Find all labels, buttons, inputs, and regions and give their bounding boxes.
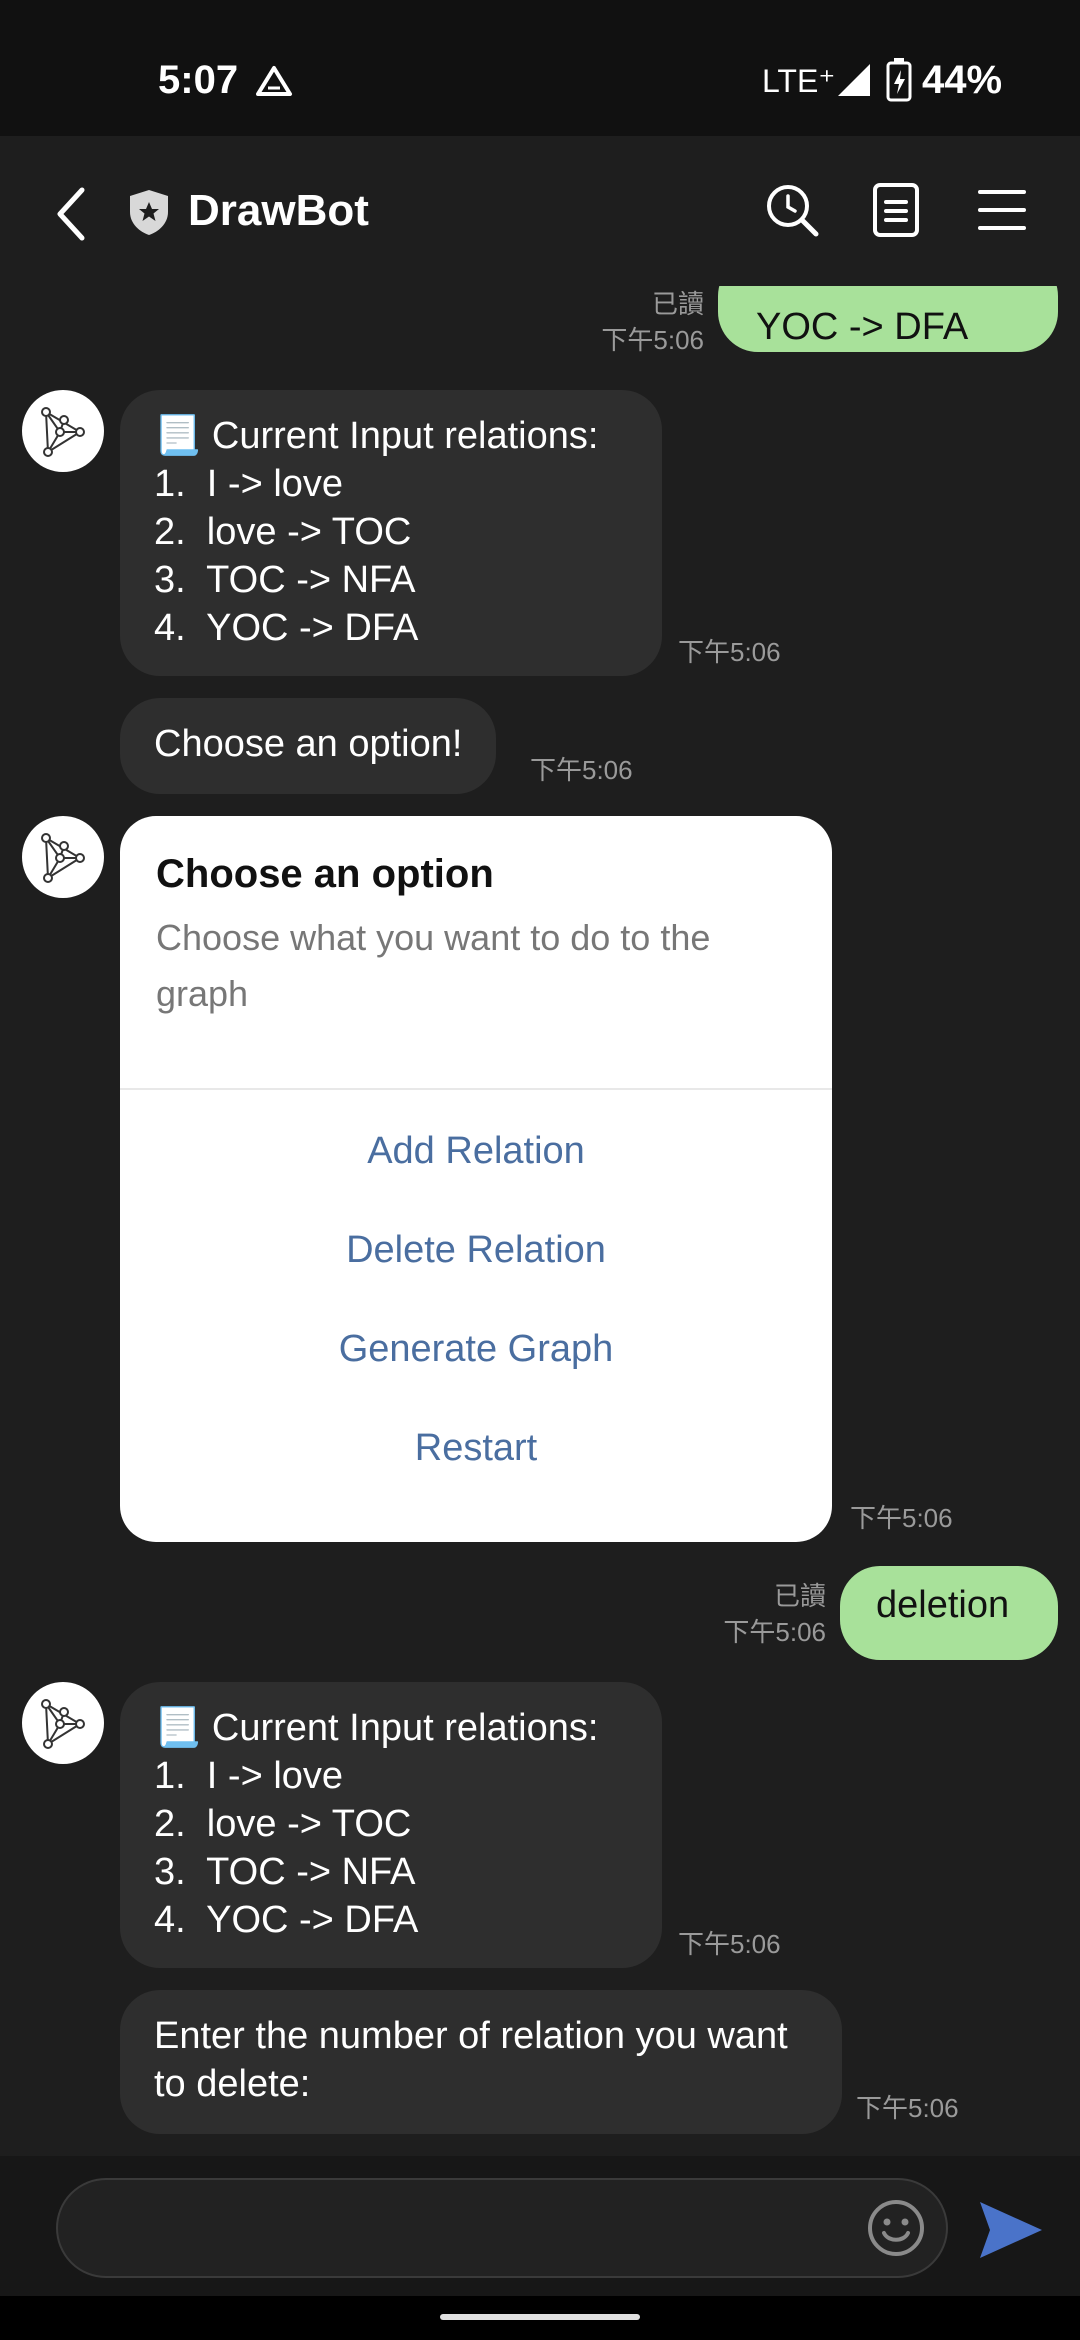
card-divider: [120, 1088, 832, 1090]
message-time: 下午5:06: [850, 1503, 953, 1533]
delete-relation-button[interactable]: Delete Relation: [120, 1229, 832, 1272]
bot-avatar[interactable]: [22, 1682, 104, 1764]
message-list[interactable]: 已讀 下午5:06 YOC -> DFA 📃 Current Input rel…: [0, 286, 1080, 2156]
battery-percent: 44%: [922, 58, 1003, 102]
relation-item: 3. TOC -> NFA: [154, 1851, 416, 1893]
message-input[interactable]: [56, 2178, 948, 2278]
message-text: Choose an option!: [154, 723, 463, 765]
message-time: 下午5:06: [678, 1929, 781, 1959]
emoji-icon[interactable]: [866, 2198, 926, 2258]
incoming-message[interactable]: 📃 Current Input relations: 1. I -> love …: [120, 1682, 662, 1968]
chat-title: DrawBot: [188, 186, 369, 235]
card-subtitle: Choose what you want to do to the graph: [156, 917, 711, 1014]
bot-avatar[interactable]: [22, 816, 104, 898]
battery-icon: [886, 58, 912, 102]
send-icon[interactable]: [978, 2200, 1044, 2260]
outgoing-message[interactable]: deletion: [840, 1566, 1058, 1660]
relation-item: 1. I -> love: [154, 1755, 344, 1797]
generate-graph-button[interactable]: Generate Graph: [120, 1328, 832, 1371]
relations-heading: 📃 Current Input relations:: [154, 415, 599, 457]
message-time: 下午5:06: [723, 1617, 826, 1647]
drive-icon: [256, 66, 292, 96]
read-receipt: 已讀: [651, 289, 704, 319]
relation-item: 3. TOC -> NFA: [154, 559, 416, 601]
message-meta: 已讀 下午5:06: [560, 286, 704, 358]
message-text: YOC -> DFA: [756, 306, 969, 348]
signal-icon: [838, 64, 870, 96]
relation-item: 4. YOC -> DFA: [154, 1899, 419, 1941]
incoming-message[interactable]: 📃 Current Input relations: 1. I -> love …: [120, 390, 662, 676]
incoming-message[interactable]: Enter the number of relation you want to…: [120, 1990, 842, 2134]
compose-bar: [0, 2156, 1080, 2296]
back-icon[interactable]: [52, 186, 92, 242]
message-time: 下午5:06: [678, 637, 781, 667]
restart-button[interactable]: Restart: [120, 1427, 832, 1470]
read-receipt: 已讀: [773, 1581, 826, 1611]
search-icon[interactable]: [764, 182, 820, 238]
status-bar: 5:07 LTE⁺ 44%: [0, 0, 1080, 136]
message-text: Enter the number of relation you want to…: [154, 2015, 788, 2105]
note-icon[interactable]: [872, 182, 920, 238]
message-time: 下午5:06: [601, 325, 704, 355]
add-relation-button[interactable]: Add Relation: [120, 1130, 832, 1173]
chat-header: DrawBot: [0, 136, 1080, 286]
message-time: 下午5:06: [530, 755, 633, 785]
outgoing-message[interactable]: YOC -> DFA: [718, 286, 1058, 352]
system-nav-bar: [0, 2296, 1080, 2340]
bot-avatar-icon: [41, 407, 85, 457]
bot-avatar-icon: [41, 833, 85, 883]
relation-item: 2. love -> TOC: [154, 1803, 412, 1845]
network-type: LTE⁺: [762, 63, 836, 99]
relation-item: 2. love -> TOC: [154, 511, 412, 553]
relation-item: 1. I -> love: [154, 463, 344, 505]
options-card: Choose an option Choose what you want to…: [120, 816, 832, 1542]
shield-icon: [130, 190, 168, 235]
relation-item: 4. YOC -> DFA: [154, 607, 419, 649]
message-meta: 已讀 下午5:06: [680, 1578, 826, 1650]
menu-icon[interactable]: [978, 188, 1026, 232]
bot-avatar-icon: [41, 1699, 85, 1749]
relations-heading: 📃 Current Input relations:: [154, 1707, 599, 1749]
home-indicator[interactable]: [440, 2314, 640, 2320]
status-time: 5:07: [158, 58, 239, 102]
card-title: Choose an option: [156, 852, 494, 896]
message-time: 下午5:06: [856, 2093, 959, 2123]
message-text: deletion: [876, 1584, 1010, 1626]
incoming-message[interactable]: Choose an option!: [120, 698, 497, 794]
bot-avatar[interactable]: [22, 390, 104, 472]
